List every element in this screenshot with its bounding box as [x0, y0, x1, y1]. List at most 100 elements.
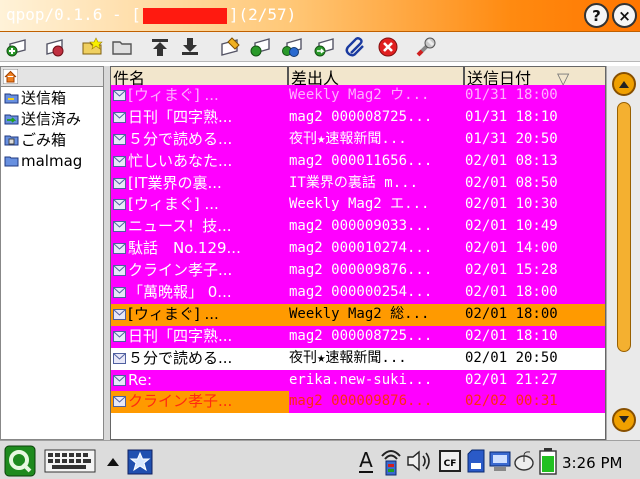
- reply-icon: [250, 38, 270, 57]
- scroll-up-icon: [619, 81, 629, 88]
- cell-date: 02/01 20:50: [465, 349, 558, 366]
- wireless-status[interactable]: [378, 445, 404, 477]
- attach-icon: [345, 37, 364, 57]
- table-row[interactable]: クライン孝子... mag2 000009876... 02/02 00:31: [111, 391, 605, 414]
- home-icon: [2, 68, 19, 85]
- q-launcher-icon: [4, 445, 36, 476]
- cell-date: 02/01 18:00: [465, 305, 558, 322]
- forward-button[interactable]: [312, 35, 336, 59]
- mail-icon: [113, 111, 126, 123]
- scroll-thumb[interactable]: [617, 102, 631, 352]
- table-row[interactable]: [ウィまぐ] ... Weekly Mag2 ウ... 01/31 18:00: [111, 85, 605, 107]
- taskbar-up-arrow[interactable]: [106, 455, 120, 467]
- clock[interactable]: 3:26 PM: [562, 454, 622, 472]
- table-row[interactable]: ニュース！技... mag2 000009033... 02/01 10:49: [111, 216, 605, 239]
- delete-button[interactable]: [376, 35, 400, 59]
- open-folder-button[interactable]: [80, 35, 104, 59]
- table-row[interactable]: [ウィまぐ] ... Weekly Mag2 総... 02/01 18:00: [111, 303, 605, 326]
- scroll-down-button[interactable]: [612, 408, 636, 432]
- folder-root[interactable]: [1, 67, 103, 87]
- table-row[interactable]: クライン孝子... mag2 000009876... 02/01 15:28: [111, 260, 605, 283]
- cell-from: mag2 000009876...: [289, 393, 433, 410]
- cell-subject: Re:: [128, 370, 153, 389]
- network-status[interactable]: [488, 449, 512, 473]
- reply-all-button[interactable]: [280, 35, 304, 59]
- settings-button[interactable]: [414, 35, 438, 59]
- delete-icon: [378, 37, 398, 57]
- cf-card-status[interactable]: CF: [438, 449, 462, 473]
- mail-icon: [113, 155, 126, 167]
- table-row[interactable]: 日刊「四字熟... mag2 000008725... 02/01 18:10: [111, 325, 605, 348]
- move-up-button[interactable]: [148, 35, 172, 59]
- table-row[interactable]: 日刊「四字熟... mag2 000008725... 01/31 18:10: [111, 106, 605, 129]
- table-row[interactable]: 「萬晩報」 0... mag2 000000254... 02/01 18:00: [111, 282, 605, 304]
- cell-from: 夜刊★速報新聞...: [289, 349, 407, 366]
- table-row[interactable]: [ウィまぐ] ... Weekly Mag2 エ... 02/01 10:30: [111, 194, 605, 217]
- help-button[interactable]: ?: [584, 3, 609, 28]
- vertical-scrollbar[interactable]: [606, 66, 640, 440]
- cell-from: Weekly Mag2 エ...: [289, 196, 430, 213]
- network-icon: [489, 451, 511, 471]
- cell-date: 02/01 18:00: [465, 284, 558, 301]
- table-row[interactable]: ５分で読める... 夜刊★速報新聞... 02/01 20:50: [111, 347, 605, 370]
- q-launcher-button[interactable]: [3, 444, 37, 477]
- reply-all-icon: [282, 38, 302, 57]
- close-button[interactable]: ×: [612, 3, 637, 28]
- forward-icon: [314, 38, 334, 57]
- settings-icon: [416, 37, 436, 57]
- get-mail-button[interactable]: [4, 35, 28, 59]
- cell-date: 02/01 08:50: [465, 174, 558, 191]
- mouse-status[interactable]: [512, 449, 536, 473]
- cell-date: 02/01 10:30: [465, 196, 558, 213]
- running-app-button[interactable]: [126, 448, 154, 475]
- folder-label: malmag: [21, 151, 83, 170]
- folder-item-trash[interactable]: ごみ箱: [1, 129, 103, 150]
- folder-item-sent[interactable]: 送信済み: [1, 108, 103, 129]
- trash-icon: [4, 135, 19, 146]
- cell-date: 01/31 18:10: [465, 108, 558, 125]
- folder-label: 送信済み: [21, 110, 82, 128]
- mail-icon: [113, 133, 126, 145]
- table-row[interactable]: [IT業界の裏... IT業界の裏話 m... 02/01 08:50: [111, 172, 605, 195]
- mail-icon: [113, 265, 126, 277]
- cell-subject: 駄話 No.129...: [128, 239, 241, 258]
- table-row[interactable]: 駄話 No.129... mag2 000010274... 02/01 14:00: [111, 238, 605, 261]
- open-folder-icon: [82, 37, 103, 55]
- volume-control[interactable]: [406, 449, 434, 473]
- table-row[interactable]: Re: erika.new-suki... 02/01 21:27: [111, 369, 605, 392]
- scroll-down-icon: [619, 416, 629, 423]
- battery-status[interactable]: [538, 447, 558, 475]
- compose-icon: [221, 37, 240, 56]
- send-mail-button[interactable]: [42, 35, 66, 59]
- move-down-button[interactable]: [178, 35, 202, 59]
- table-row[interactable]: ５分で読める... 夜刊★速報新聞... 01/31 20:50: [111, 128, 605, 151]
- down-icon: [182, 38, 198, 55]
- mail-icon: [113, 352, 126, 364]
- cf-card-icon: CF: [439, 450, 461, 472]
- cell-from: Weekly Mag2 総...: [289, 305, 430, 322]
- scroll-up-button[interactable]: [612, 72, 636, 96]
- keyboard-button[interactable]: [44, 449, 96, 473]
- sent-icon: [4, 114, 19, 125]
- mail-icon: [113, 90, 126, 101]
- attach-button[interactable]: [344, 35, 368, 59]
- cell-from: mag2 000010274...: [289, 240, 433, 257]
- cell-subject: [IT業界の裏...: [128, 173, 222, 192]
- folder-icon: [112, 41, 132, 55]
- redacted-folder-name: [142, 7, 227, 24]
- compose-button[interactable]: [218, 35, 242, 59]
- reply-button[interactable]: [248, 35, 272, 59]
- cell-subject: 日刊「四字熟...: [128, 326, 233, 345]
- table-row[interactable]: 忙しいあなた... mag2 000011656... 02/01 08:13: [111, 150, 605, 173]
- sd-card-status[interactable]: [466, 449, 486, 473]
- cell-from: mag2 000009033...: [289, 218, 433, 235]
- folder-item-outbox[interactable]: 送信箱: [1, 87, 103, 108]
- cell-from: mag2 000008725...: [289, 108, 433, 125]
- folder-item-malmag[interactable]: malmag: [1, 150, 103, 171]
- cell-date: 02/02 00:31: [465, 393, 558, 410]
- mouse-icon: [514, 451, 534, 471]
- folder-button[interactable]: [110, 35, 134, 59]
- mail-icon: [113, 221, 126, 233]
- cell-subject: クライン孝子...: [128, 261, 233, 280]
- input-method-indicator[interactable]: A: [356, 447, 376, 475]
